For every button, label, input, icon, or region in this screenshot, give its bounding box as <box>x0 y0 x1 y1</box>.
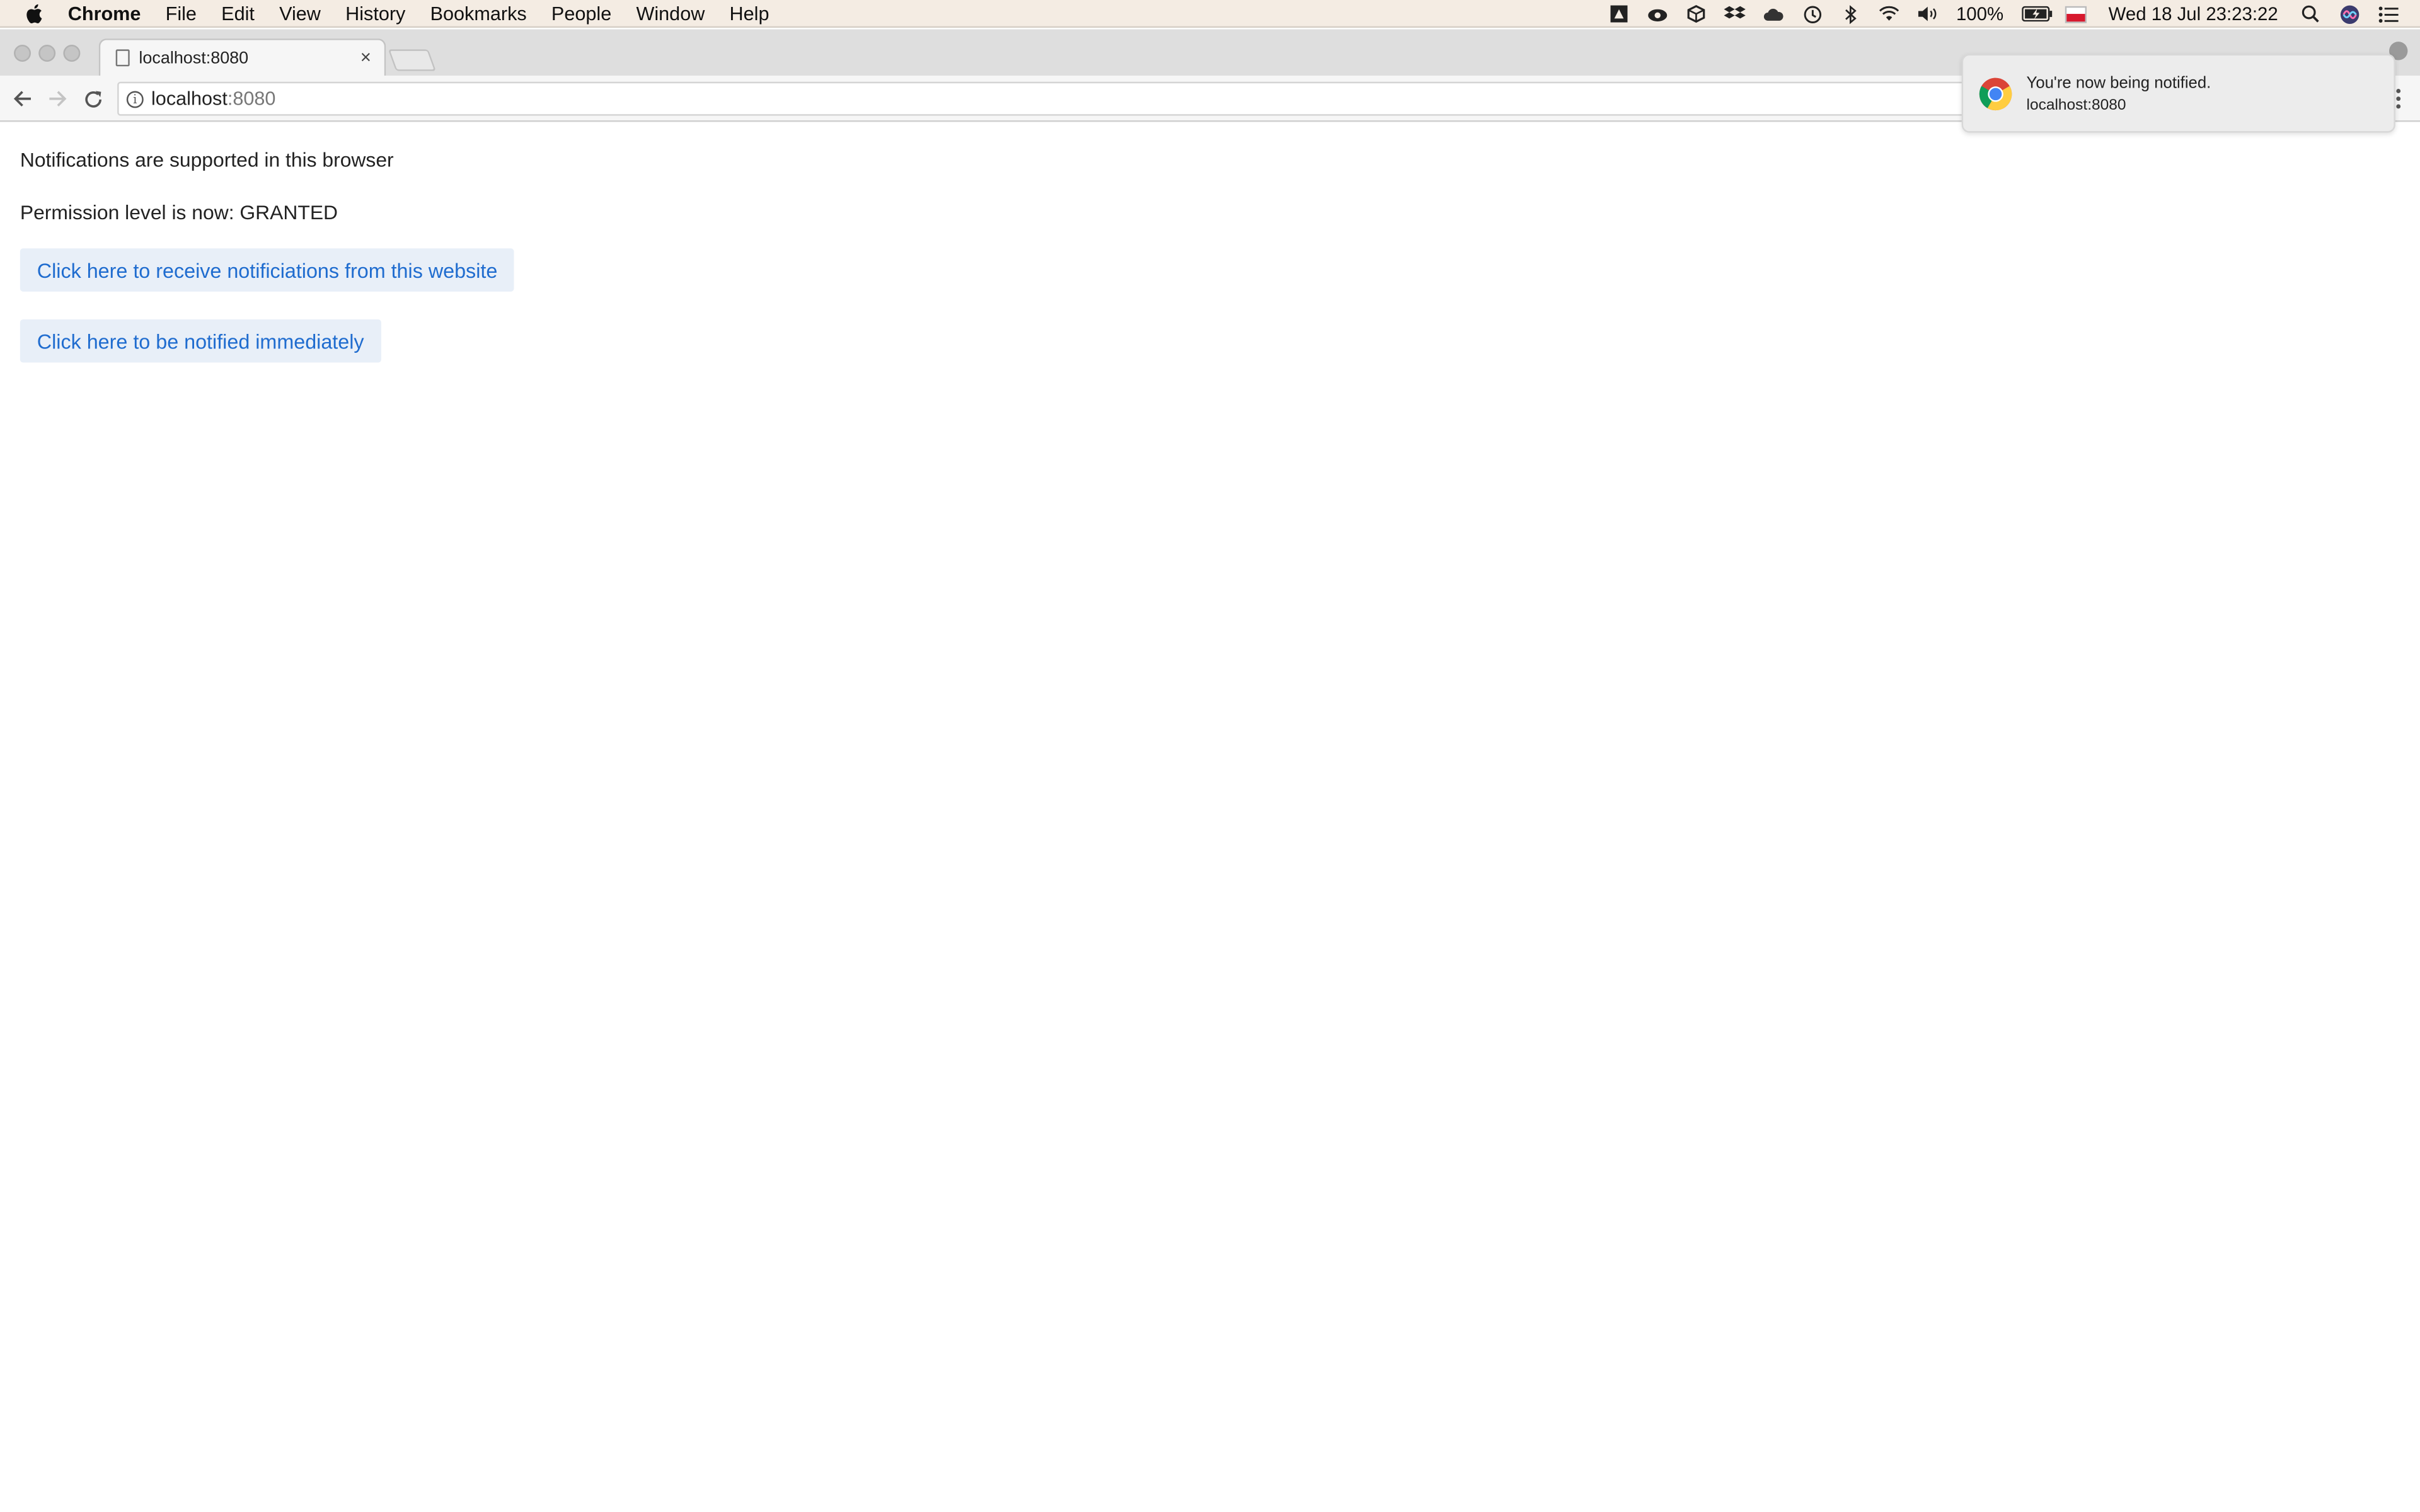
input-source-flag-icon[interactable] <box>2065 5 2087 23</box>
menu-edit[interactable]: Edit <box>221 3 255 24</box>
menu-app-chrome[interactable]: Chrome <box>68 3 141 24</box>
siri-icon[interactable] <box>2338 4 2360 23</box>
screen: Chrome File Edit View History Bookmarks … <box>0 0 2420 1512</box>
page-icon <box>115 49 130 67</box>
status-area: 100% Wed 18 Jul 23:23:22 <box>1609 0 2420 28</box>
new-tab-button[interactable] <box>388 49 436 71</box>
battery-percent: 100% <box>1956 3 2004 25</box>
window-zoom-button[interactable] <box>63 45 81 62</box>
receive-notifications-button[interactable]: Click here to receive notificiations fro… <box>20 248 515 292</box>
box-icon[interactable] <box>1686 4 1707 23</box>
url-host: localhost <box>151 88 228 110</box>
chrome-menu-icon[interactable] <box>2395 88 2402 110</box>
menubar-clock[interactable]: Wed 18 Jul 23:23:22 <box>2109 3 2278 25</box>
menu-bar: Chrome File Edit View History Bookmarks … <box>0 0 2420 28</box>
apple-icon[interactable] <box>25 3 43 24</box>
drive-icon[interactable] <box>1609 4 1630 23</box>
reload-button[interactable] <box>80 86 105 111</box>
notification-origin: localhost:8080 <box>2026 97 2126 115</box>
battery-icon[interactable] <box>2022 4 2053 23</box>
wifi-icon[interactable] <box>1879 4 1901 23</box>
tab-title: localhost:8080 <box>139 49 249 67</box>
notification-title: You're now being notified. <box>2026 74 2211 93</box>
time-machine-icon[interactable] <box>1802 4 1823 23</box>
volume-icon[interactable] <box>1918 4 1939 23</box>
spotlight-search-icon[interactable] <box>2300 4 2321 23</box>
url-port: :8080 <box>227 88 276 110</box>
address-bar[interactable]: i localhost:8080 <box>117 81 1969 116</box>
notification-center-icon[interactable] <box>2377 4 2398 23</box>
chrome-logo-icon <box>1979 77 2012 111</box>
site-info-icon[interactable]: i <box>126 90 144 108</box>
menu-people[interactable]: People <box>551 3 611 24</box>
notification-toast[interactable]: You're now being notified. localhost:808… <box>1961 54 2395 133</box>
tab-localhost[interactable]: localhost:8080 × <box>98 38 386 76</box>
creative-cloud-icon[interactable] <box>1647 4 1669 23</box>
back-arrow-icon <box>13 91 30 107</box>
notify-immediately-button[interactable]: Click here to be notified immediately <box>20 319 381 363</box>
menu-file[interactable]: File <box>166 3 197 24</box>
forward-button[interactable] <box>45 86 69 111</box>
cloud-icon[interactable] <box>1763 4 1785 23</box>
tab-close-icon[interactable]: × <box>357 48 375 66</box>
support-status-text: Notifications are supported in this brow… <box>20 148 394 171</box>
menu-view[interactable]: View <box>279 3 321 24</box>
window-close-button[interactable] <box>14 45 31 62</box>
menu-help[interactable]: Help <box>730 3 769 24</box>
window-minimize-button[interactable] <box>38 45 56 62</box>
menu-bookmarks[interactable]: Bookmarks <box>430 3 527 24</box>
reload-icon <box>84 90 101 107</box>
menu-window[interactable]: Window <box>636 3 705 24</box>
back-button[interactable] <box>9 86 34 111</box>
forward-arrow-icon <box>49 91 66 107</box>
bluetooth-icon[interactable] <box>1840 4 1862 24</box>
menu-history[interactable]: History <box>345 3 405 24</box>
permission-status-text: Permission level is now: GRANTED <box>20 200 338 224</box>
dropbox-icon[interactable] <box>1724 4 1746 23</box>
